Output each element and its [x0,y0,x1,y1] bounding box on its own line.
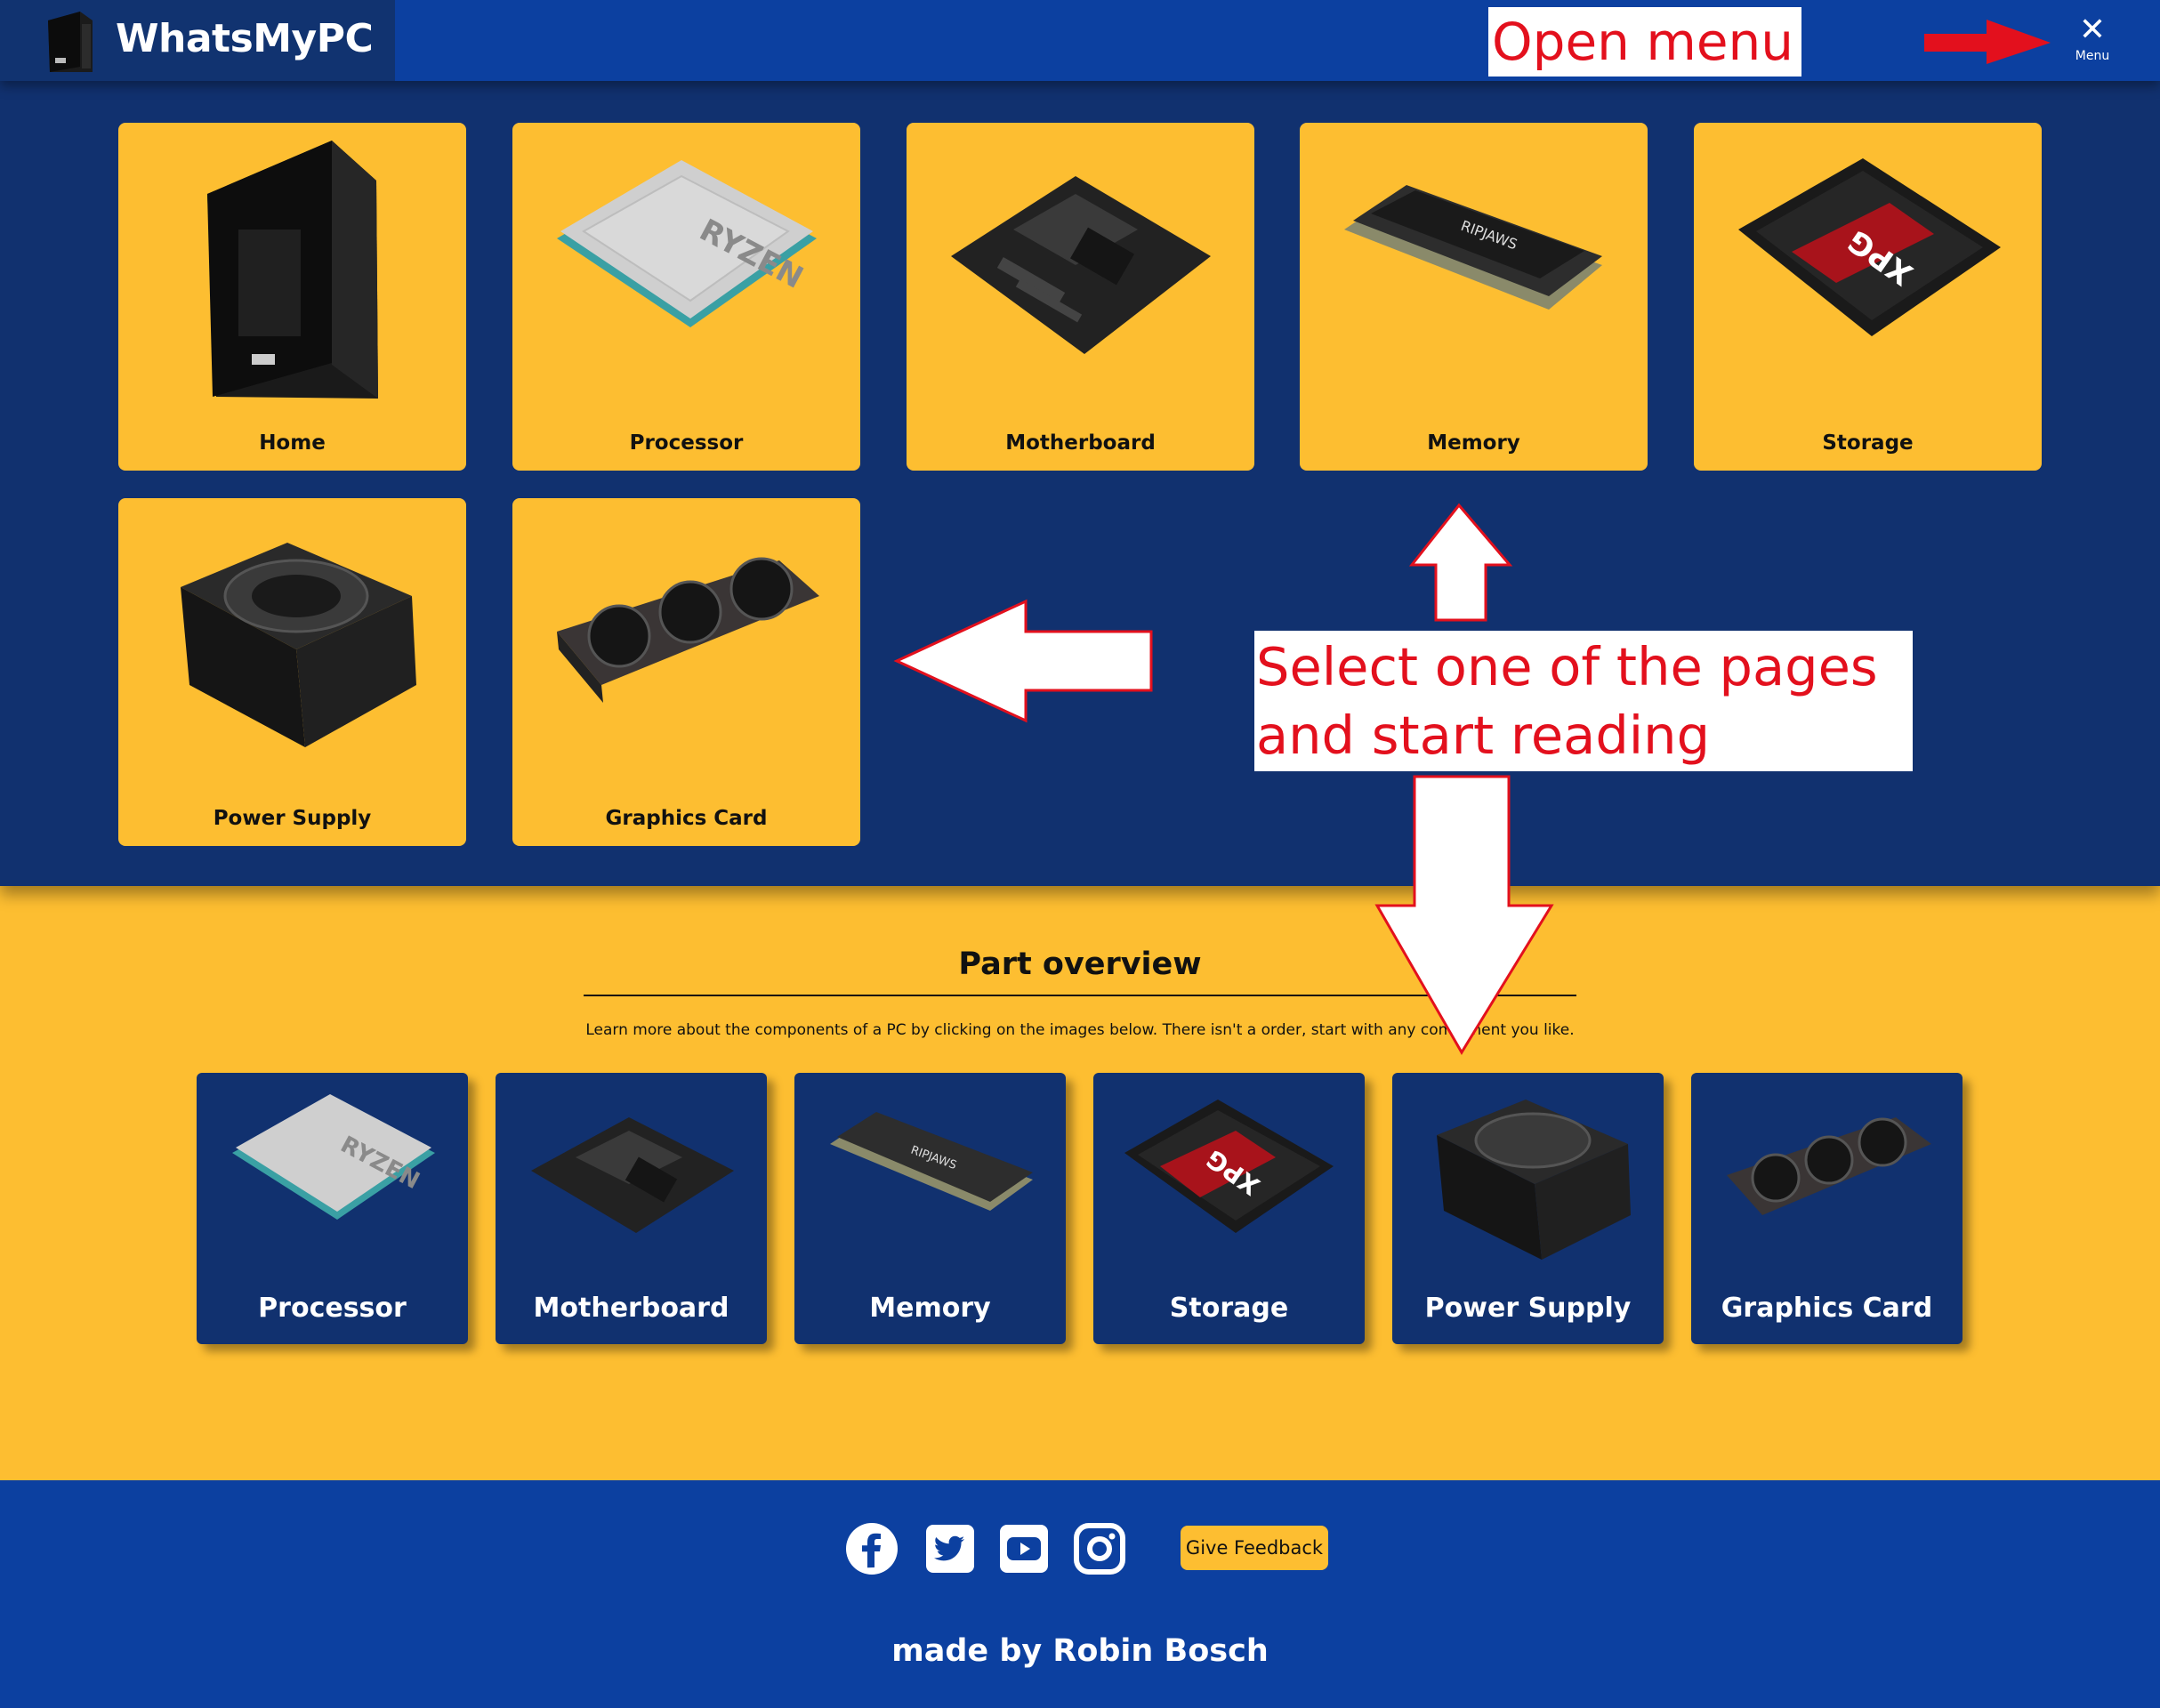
nav-card-label: Graphics Card [605,807,768,830]
processor-image: RYZEN [232,1094,435,1220]
nav-card-label: Motherboard [1005,431,1156,455]
part-card-power-supply[interactable]: Power Supply [1392,1073,1664,1344]
youtube-icon[interactable] [996,1521,1052,1576]
brand-link[interactable]: WhatsMyPC [0,0,395,81]
nav-card-label: Power Supply [213,807,372,830]
select-page-annotation: Select one of the pages and start readin… [1254,631,1913,771]
nav-card-graphics-card[interactable]: Graphics Card [512,498,860,846]
nav-card-memory[interactable]: RIPJAWS Memory [1300,123,1648,471]
motherboard-image [531,1117,734,1233]
memory-image: RIPJAWS [1344,185,1602,310]
nav-card-storage[interactable]: XPG Storage [1694,123,2042,471]
part-card-motherboard[interactable]: Motherboard [496,1073,767,1344]
processor-image: RYZEN [557,160,817,327]
graphics-card-image [1727,1117,1931,1215]
power-supply-image [181,543,416,747]
menu-label: Menu [2075,49,2110,63]
memory-image: RIPJAWS [830,1112,1033,1211]
nav-card-home[interactable]: Home [118,123,466,471]
part-card-label: Processor [258,1293,407,1324]
part-card-label: Motherboard [533,1293,729,1324]
part-overview-divider [584,995,1576,996]
top-header: WhatsMyPC ✕ Menu [0,0,2160,81]
part-card-label: Memory [869,1293,991,1324]
select-page-annotation-line: Select one of the pages [1256,636,1878,697]
part-card-graphics-card[interactable]: Graphics Card [1691,1073,1963,1344]
twitter-icon[interactable] [923,1521,978,1576]
brand-name: WhatsMyPC [116,16,374,61]
open-menu-annotation: Open menu [1488,7,1801,77]
footer [0,1480,2160,1708]
motherboard-image [951,176,1211,354]
facebook-icon[interactable] [844,1521,899,1576]
part-card-label: Power Supply [1424,1293,1632,1324]
power-supply-image [1437,1100,1631,1260]
nav-card-motherboard[interactable]: Motherboard [907,123,1254,471]
part-card-memory[interactable]: RIPJAWS Memory [794,1073,1066,1344]
part-card-label: Storage [1169,1293,1289,1324]
nav-card-processor[interactable]: RYZEN Processor [512,123,860,471]
ssd-image: XPG [1738,158,2001,336]
close-icon: ✕ [2078,12,2107,48]
part-card-label: Graphics Card [1721,1293,1933,1324]
nav-card-label: Processor [629,431,744,455]
made-by-credit: made by Robin Bosch [891,1633,1269,1669]
part-overview-description: Learn more about the components of a PC … [585,1021,1575,1039]
nav-card-label: Memory [1427,431,1520,455]
nav-card-power-supply[interactable]: Power Supply [118,498,466,846]
give-feedback-button[interactable]: Give Feedback [1181,1526,1328,1570]
part-card-storage[interactable]: XPG Storage [1093,1073,1365,1344]
part-card-processor[interactable]: RYZEN Processor [197,1073,468,1344]
graphics-card-image [557,557,819,703]
instagram-icon[interactable] [1072,1521,1127,1576]
select-page-annotation-line: and start reading [1256,705,1711,766]
pc-case-logo-icon [48,12,93,72]
ssd-image: XPG [1124,1100,1334,1233]
pc-case-image [207,141,378,399]
nav-card-label: Home [259,431,326,455]
part-overview-title: Part overview [958,947,1202,982]
menu-button[interactable]: ✕ Menu [2066,12,2119,69]
nav-card-label: Storage [1822,431,1914,455]
